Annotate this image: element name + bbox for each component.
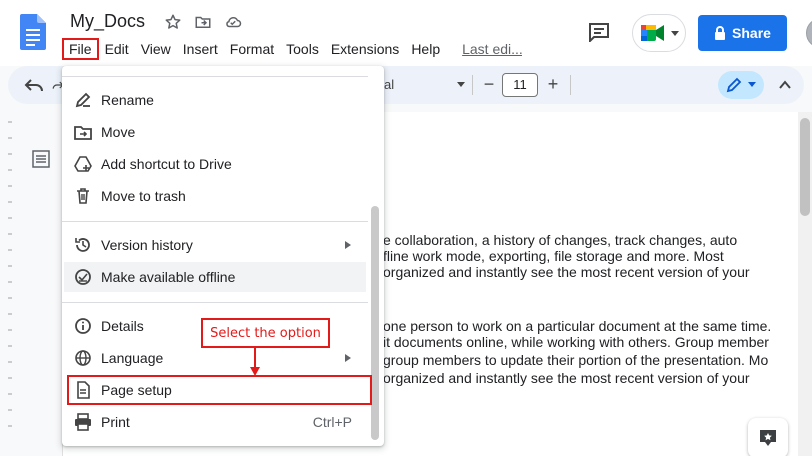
editing-mode-button[interactable]	[718, 71, 764, 99]
menu-help[interactable]: Help	[405, 38, 446, 60]
docs-logo-icon[interactable]	[20, 14, 46, 50]
menu-item-label: Add shortcut to Drive	[101, 156, 232, 172]
menu-bar: File Edit View Insert Format Tools Exten…	[62, 38, 522, 60]
menu-item-label: Move to trash	[101, 188, 186, 204]
annotation-arrow-icon	[250, 348, 260, 376]
menu-divider	[62, 221, 368, 222]
globe-icon	[75, 350, 91, 366]
menu-item-move[interactable]: Move	[62, 117, 368, 147]
menu-item-rename[interactable]: Rename	[62, 85, 368, 115]
menu-tools[interactable]: Tools	[280, 38, 325, 60]
font-size-input[interactable]: 11	[502, 73, 538, 97]
menu-item-label: Language	[101, 350, 164, 366]
menu-item-label: Version history	[101, 237, 193, 253]
document-text-line: fline work mode, exporting, file storage…	[383, 248, 724, 264]
meet-icon	[641, 25, 664, 41]
collapse-toolbar-icon[interactable]	[778, 78, 792, 92]
menu-item-label: Print	[101, 414, 130, 430]
submenu-arrow-icon	[345, 241, 351, 249]
toolbar-divider	[472, 75, 473, 95]
document-text-line: it documents online, while working with …	[383, 334, 769, 350]
document-text-line: group members to update their portion of…	[383, 352, 769, 368]
submenu-arrow-icon	[345, 354, 351, 362]
font-family-select[interactable]: al	[384, 77, 394, 92]
menu-item-version-history[interactable]: Version history	[62, 230, 368, 260]
menu-item-print[interactable]: Print Ctrl+P	[62, 407, 368, 437]
history-icon	[75, 238, 90, 252]
document-text-line: organized and instantly see the most rec…	[383, 370, 750, 386]
comments-icon[interactable]	[588, 22, 610, 42]
chevron-down-icon	[671, 31, 679, 36]
menu-item-label: Rename	[101, 92, 154, 108]
document-text-line: e collaboration, a history of changes, t…	[383, 232, 738, 248]
meet-button[interactable]	[632, 14, 686, 52]
star-icon[interactable]	[164, 13, 182, 31]
menu-extensions[interactable]: Extensions	[325, 38, 405, 60]
decrease-font-size-button[interactable]: −	[478, 74, 500, 96]
menu-item-label: Make available offline	[101, 269, 236, 285]
menu-edit[interactable]: Edit	[99, 38, 135, 60]
toolbar-divider	[570, 75, 571, 95]
chevron-down-icon[interactable]	[456, 79, 466, 89]
document-text-line: organized and instantly see the most rec…	[383, 264, 750, 280]
undo-icon[interactable]	[24, 76, 44, 94]
document-outline-icon[interactable]	[32, 150, 50, 168]
page-scrollbar-thumb[interactable]	[800, 118, 810, 216]
menu-format[interactable]: Format	[224, 38, 280, 60]
lock-icon	[715, 26, 726, 40]
move-folder-icon[interactable]	[194, 13, 212, 31]
menu-item-label: Move	[101, 124, 136, 140]
document-text-line: one person to work on a particular docum…	[383, 318, 772, 334]
explore-icon	[760, 430, 776, 446]
menu-item-move-to-trash[interactable]: Move to trash	[62, 181, 368, 211]
info-icon	[75, 318, 91, 334]
menu-scrollbar-thumb[interactable]	[371, 206, 379, 440]
share-button[interactable]: Share	[698, 15, 787, 51]
chevron-down-icon	[748, 82, 756, 87]
rename-icon	[75, 92, 91, 108]
annotation-callout: Select the option	[201, 318, 330, 348]
title-actions	[164, 13, 242, 31]
move-icon	[74, 126, 92, 140]
add-shortcut-icon	[74, 156, 92, 172]
annotation-highlight-box	[67, 375, 372, 405]
explore-button[interactable]	[748, 418, 788, 456]
document-title[interactable]: My_Docs	[70, 11, 145, 32]
app-header: My_Docs File Edit View Insert Format Too…	[0, 0, 812, 66]
menu-divider	[62, 76, 368, 77]
print-icon	[75, 413, 91, 431]
menu-item-add-shortcut[interactable]: Add shortcut to Drive	[62, 149, 368, 179]
menu-divider	[62, 302, 368, 303]
increase-font-size-button[interactable]: +	[542, 74, 564, 96]
menu-item-label: Details	[101, 318, 144, 334]
share-label: Share	[732, 25, 771, 41]
menu-file[interactable]: File	[62, 38, 99, 60]
avatar[interactable]	[806, 18, 812, 48]
menu-insert[interactable]: Insert	[177, 38, 224, 60]
vertical-ruler	[0, 112, 14, 456]
last-edit-link[interactable]: Last edi...	[462, 41, 522, 57]
menu-item-make-available-offline[interactable]: Make available offline	[64, 262, 366, 292]
menu-view[interactable]: View	[135, 38, 177, 60]
offline-icon	[75, 269, 91, 285]
pencil-icon	[726, 77, 742, 93]
cloud-status-icon[interactable]	[224, 13, 242, 31]
trash-icon	[77, 188, 89, 204]
google-docs-window: My_Docs File Edit View Insert Format Too…	[0, 0, 812, 456]
keyboard-shortcut: Ctrl+P	[312, 414, 352, 430]
